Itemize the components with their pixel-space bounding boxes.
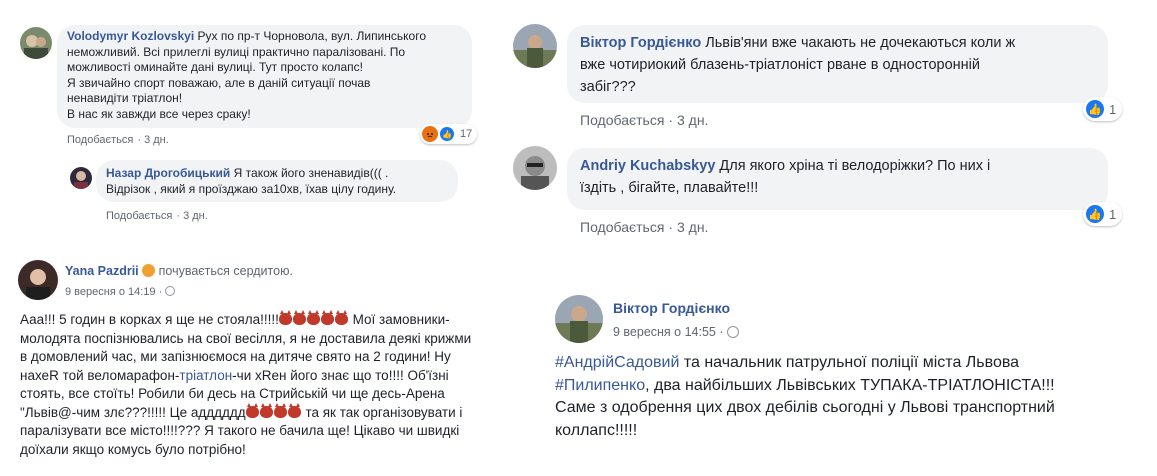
reactions-summary[interactable]: 👍 1 — [1083, 97, 1123, 121]
devil-emoji-icon — [245, 402, 302, 420]
timestamp[interactable]: 9 вересня о 14:55 — [613, 325, 716, 339]
post-line: Саме з одобрення цих двох дебілів сьогод… — [555, 399, 1055, 416]
comment-line: Львів'яни вже чакають не дочекаються кол… — [705, 35, 1016, 51]
post-line: молодята поспізнювались на свої весілля,… — [20, 330, 472, 346]
comment-line: вже чотириокий блазень-тріатлоніст рване… — [580, 57, 980, 73]
reaction-count: 1 — [1109, 206, 1117, 222]
timestamp[interactable]: 9 вересня о 14:19 — [65, 286, 156, 298]
reactions-summary[interactable]: 👍 1 — [1083, 202, 1123, 226]
post-date: 9 вересня о 14:55 · — [613, 325, 739, 339]
feeling-text: почувається сердитою. — [158, 264, 293, 278]
post-line: доїхали якщо комусь було потрібно! — [20, 441, 246, 457]
comment-line: ненавидіти тріатлон! — [67, 91, 183, 105]
comment-line: Для якого хріна ті велодоріжки? По них і — [719, 158, 991, 174]
like-link[interactable]: Подобається — [67, 134, 133, 146]
post-line: -чи хRен його знає що то!!!! Об'їзні — [232, 367, 449, 383]
comment-text: Volodymyr Kozlovskyi Рух по пр-т Чорново… — [67, 29, 467, 122]
post-header: Yana Pazdrii почувається сердитою. — [65, 264, 293, 278]
angry-reaction-icon — [422, 126, 438, 142]
timestamp[interactable]: 3 дн. — [677, 112, 708, 128]
like-link[interactable]: Подобається — [580, 112, 664, 128]
author-name[interactable]: Volodymyr Kozlovskyi — [67, 29, 194, 43]
like-reaction-icon: 👍 — [440, 127, 454, 141]
comment-meta: Подобається · 3 дн. — [106, 210, 208, 222]
post-line: , два найбільших Львівських ТУПАКА-ТРІАТ… — [645, 376, 1055, 394]
reaction-count: 1 — [1109, 101, 1117, 117]
post-line: та як так організовувати і — [305, 404, 463, 420]
comment-line: Я звичайно спорт поважаю, але в даній си… — [67, 75, 371, 90]
hashtag-link[interactable]: #АндрійСадовий — [555, 354, 679, 371]
hashtag-link[interactable]: тріатлон — [179, 368, 232, 383]
post-line: паралізувати все місто!!!!??? Я такого н… — [20, 423, 460, 438]
comment-line: можливості оминайте дані вулиці. Тут про… — [67, 60, 363, 74]
author-name[interactable]: Віктор Гордієнко — [580, 35, 701, 51]
like-link[interactable]: Подобається — [106, 210, 172, 222]
like-reaction-icon: 👍 — [1086, 100, 1104, 118]
comment-meta: Подобається · 3 дн. — [67, 134, 169, 146]
post-line: Мої замовники- — [352, 312, 450, 327]
angry-emoji-icon — [142, 264, 156, 277]
post-line: коллапс!!!!! — [555, 421, 638, 439]
comment-line: їздіть , бігайте, плавайте!!! — [580, 180, 759, 196]
comment-meta: Подобається · 3 дн. — [580, 112, 709, 128]
post-body: Ааа!!! 5 годин в корках я ще не стояла!!… — [20, 310, 490, 459]
avatar[interactable] — [513, 146, 557, 190]
author-name[interactable]: Віктор Гордієнко — [613, 300, 730, 316]
post-line: нахеR той веломарафон- — [20, 367, 180, 383]
avatar[interactable] — [70, 167, 92, 189]
comment-line: В нас як завжди все через сраку! — [67, 106, 251, 121]
comment-line: неможливий. Всі прилеглі вулиці практичн… — [67, 44, 406, 59]
comment-meta: Подобається · 3 дн. — [580, 219, 709, 235]
globe-icon — [165, 286, 176, 296]
post-line: в домовлений час, ми запізнюємося на дит… — [20, 349, 451, 364]
author-name[interactable]: Назар Дрогобицький — [106, 166, 230, 180]
avatar[interactable] — [513, 24, 557, 68]
timestamp[interactable]: 3 дн. — [183, 210, 208, 222]
post-line: "Львів@-чим злє???!!!!! Це адддддд — [20, 404, 246, 420]
comment-line: Я також його зненавидів((( . — [233, 166, 389, 180]
devil-emoji-icon — [278, 310, 349, 327]
comment-line: Відрізок , який я проїзджаю за10хв, їхав… — [106, 181, 397, 196]
post-header: Віктор Гордієнко — [613, 300, 730, 316]
avatar[interactable] — [555, 295, 603, 343]
reactions-summary[interactable]: 👍 17 — [420, 124, 478, 144]
author-name[interactable]: Yana Pazdrii — [65, 264, 139, 278]
comment-text: Andriy Kuchabskyy Для якого хріна ті вел… — [580, 155, 1100, 199]
post-line: Ааа!!! 5 годин в корках я ще не стояла!!… — [20, 312, 279, 327]
hashtag-link[interactable]: #Пилипенко — [555, 377, 645, 394]
avatar[interactable] — [20, 27, 52, 59]
post-date: 9 вересня о 14:19 · — [65, 286, 176, 298]
comment-text: Віктор Гордієнко Львів'яни вже чакають н… — [580, 32, 1100, 98]
post-line: стоять, все стоїть! Робили би десь на Ст… — [20, 386, 445, 401]
globe-icon — [727, 326, 739, 338]
avatar[interactable] — [18, 260, 58, 300]
comment-line: забіг??? — [580, 79, 636, 95]
reaction-count: 17 — [460, 128, 473, 140]
comment-text: Назар Дрогобицький Я також його зненавид… — [106, 166, 451, 197]
timestamp[interactable]: 3 дн. — [144, 134, 169, 146]
like-link[interactable]: Подобається — [580, 219, 664, 235]
post-body: #АндрійСадовий та начальник патрульної п… — [555, 352, 1145, 442]
author-name[interactable]: Andriy Kuchabskyy — [580, 158, 715, 174]
like-reaction-icon: 👍 — [1086, 205, 1104, 223]
post-line: та начальник патрульної поліції міста Ль… — [679, 354, 1020, 371]
timestamp[interactable]: 3 дн. — [677, 219, 708, 235]
comment-line: Рух по пр-т Чорновола, вул. Липинського — [197, 29, 427, 43]
